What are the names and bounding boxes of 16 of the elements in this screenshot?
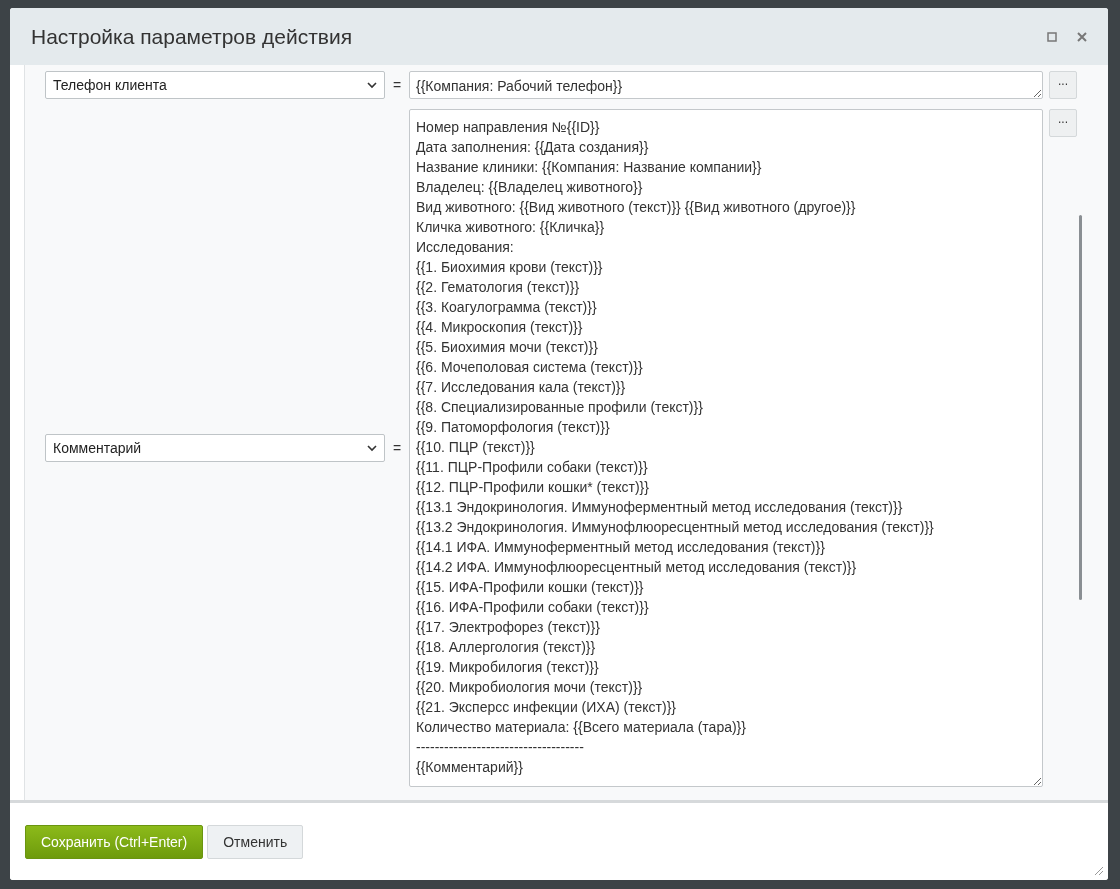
chevron-down-icon: [367, 80, 377, 90]
more-button[interactable]: ...: [1049, 109, 1077, 137]
cancel-button[interactable]: Отменить: [207, 824, 304, 859]
dropdown[interactable]: Комментарий: [45, 434, 385, 462]
dropdown[interactable]: Телефон клиента: [45, 71, 385, 99]
equals-sign: =: [391, 440, 403, 456]
text-area[interactable]: {{Компания: Рабочий телефон}}: [409, 71, 1043, 99]
equals-sign: =: [391, 77, 403, 93]
chevron-down-icon: [367, 443, 377, 453]
close-icon[interactable]: [1076, 30, 1088, 43]
scrollbar[interactable]: [1079, 215, 1082, 600]
more-button[interactable]: ...: [1049, 71, 1077, 99]
maximize-icon[interactable]: [1046, 30, 1058, 43]
window-title: Настройка параметров действия: [31, 24, 354, 49]
text-area[interactable]: Номер направления №{{ID}} Дата заполнения: {{Дата создания}} Название клиники: {{Компания: Название компании}} Владелец: {{Владелец животного}} Вид животного: {{Вид животного (текст)}} {{Вид животного (другое)}} Кличка животного: {{Кличка}} Исследования: {{1. Биохимия крови (текст)}} {{2. Гематология (текст)}} {{3. Коагулограмма (текст)}} {{4. Микроскопия (текст)}} {{5. Биохимия мочи (текст)}} {{6. Мочеполовая система (текст)}} {{7. Исследования кала (текст)}} {{8. Специализированные профили (текст)}} {{9. Патоморфология (текст)}} {{10. ПЦР (текст)}} {{11. ПЦР-Профили собаки (текст)}} {{12. ПЦР-Профили кошки* (текст)}} {{13.1 Эндокринология. Иммуноферментный метод исследования (текст)}} {{13.2 Эндокринология. Иммунофлюоресцентный метод исследования (текст)}} {{14.1 ИФА. Иммуноферментный метод исследования (текст)}} {{14.2 ИФА. Иммунофлюоресцентный метод исследования (текст)}} {{15. ИФА-Профили кошки (текст)}} {{16. ИФА-Профили собаки (текст)}} {{17. Электрофорез (текст)}} {{18. Аллергология (текст)}} {{19. Микробилогия (текст)}} {{20. Микробиология мочи (текст)}} {{21. Эксперсс инфекции (ИХА) (текст)}} Количество материала: {{Всего материала (тара)}} ------------------------------------ {{Комментарий}}: [409, 109, 1043, 787]
resize-grip-icon[interactable]: [1092, 864, 1104, 876]
